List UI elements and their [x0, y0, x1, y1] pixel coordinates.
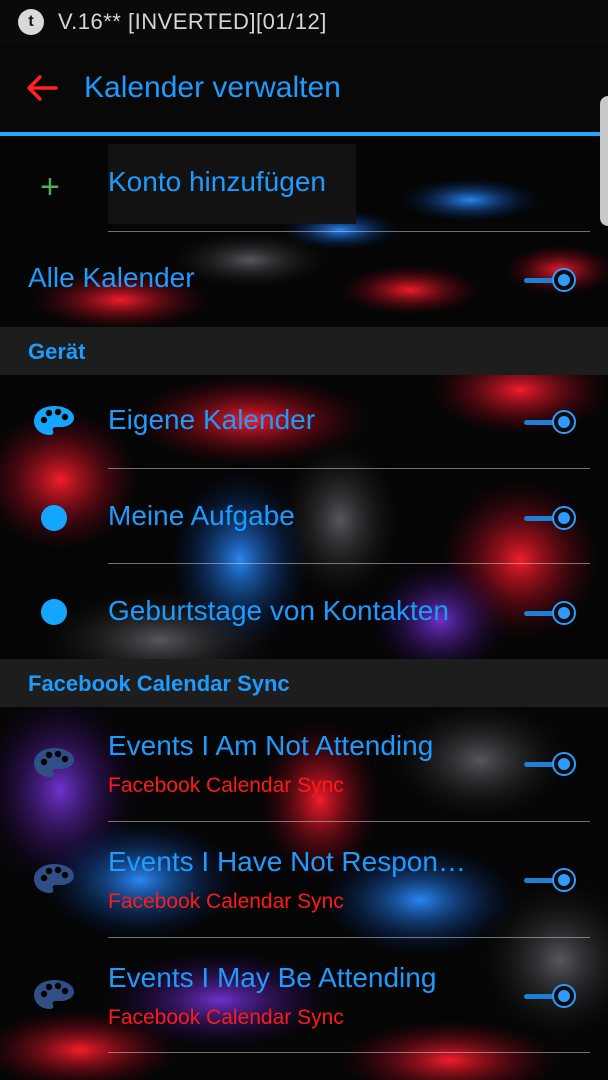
all-calendars-label: Alle Kalender	[28, 262, 195, 293]
calendar-label: Meine Aufgabe	[108, 500, 295, 531]
may-attend-toggle-knob	[552, 984, 576, 1008]
tasks-toggle-knob	[552, 506, 576, 530]
section-title: Facebook Calendar Sync	[28, 671, 290, 696]
calendar-label: Geburtstage von Kontakten	[108, 595, 449, 626]
calendar-label: Events I Have Not Respon…	[108, 846, 466, 877]
divider	[108, 1052, 590, 1053]
calendar-row-tasks[interactable]: Meine Aufgabe	[0, 500, 608, 540]
dot-icon	[41, 599, 67, 625]
all-calendars-toggle-knob	[552, 268, 576, 292]
plus-icon: +	[40, 168, 60, 206]
edge-panel-handle[interactable]	[600, 96, 608, 226]
calendar-row-birthdays[interactable]: Geburtstage von Kontakten	[0, 595, 608, 635]
calendar-row-not-attending[interactable]: Events I Am Not Attending Facebook Calen…	[0, 730, 608, 800]
divider	[108, 231, 590, 232]
birthdays-toggle[interactable]	[522, 601, 578, 625]
section-header-facebook: Facebook Calendar Sync	[0, 659, 608, 707]
app-bar-divider	[0, 132, 600, 136]
birthdays-toggle-knob	[552, 601, 576, 625]
calendar-label: Events I Am Not Attending	[108, 730, 434, 761]
section-title: Gerät	[28, 339, 86, 364]
tasks-toggle[interactable]	[522, 506, 578, 530]
divider	[108, 821, 590, 822]
notification-app-icon: t	[18, 9, 44, 35]
dot-icon	[41, 505, 67, 531]
all-calendars-toggle[interactable]	[522, 268, 578, 292]
divider	[108, 563, 590, 564]
app-bar: Kalender verwalten	[0, 44, 608, 132]
notification-app-icon-letter: t	[28, 13, 34, 30]
status-bar-text: V.16** [INVERTED][01/12]	[58, 9, 327, 34]
own-calendar-toggle-knob	[552, 410, 576, 434]
own-calendar-toggle[interactable]	[522, 410, 578, 434]
palette-icon	[34, 864, 74, 893]
calendar-row-may-attend[interactable]: Events I May Be Attending Facebook Calen…	[0, 962, 608, 1032]
calendar-label: Eigene Kalender	[108, 404, 316, 435]
calendar-row-not-responded[interactable]: Events I Have Not Respon… Facebook Calen…	[0, 846, 608, 916]
may-attend-toggle[interactable]	[522, 984, 578, 1008]
not-attending-toggle[interactable]	[522, 752, 578, 776]
status-bar: t V.16** [INVERTED][01/12]	[0, 0, 608, 44]
not-responded-toggle-knob	[552, 868, 576, 892]
back-arrow-icon[interactable]	[26, 72, 58, 104]
palette-icon	[34, 406, 74, 435]
calendar-account-label: Facebook Calendar Sync	[108, 774, 344, 797]
divider	[108, 468, 590, 469]
add-account-row[interactable]: Konto hinzufügen	[0, 166, 608, 206]
calendar-account-label: Facebook Calendar Sync	[108, 890, 344, 913]
divider	[108, 937, 590, 938]
palette-icon	[34, 980, 74, 1009]
palette-icon	[34, 748, 74, 777]
calendar-label: Events I May Be Attending	[108, 962, 437, 993]
calendar-row-own[interactable]: Eigene Kalender	[0, 404, 608, 444]
all-calendars-row[interactable]: Alle Kalender	[0, 262, 608, 302]
add-account-label: Konto hinzufügen	[108, 166, 326, 197]
section-header-device: Gerät	[0, 327, 608, 375]
calendar-account-label: Facebook Calendar Sync	[108, 1006, 344, 1029]
not-attending-toggle-knob	[552, 752, 576, 776]
not-responded-toggle[interactable]	[522, 868, 578, 892]
page-title: Kalender verwalten	[84, 71, 341, 104]
